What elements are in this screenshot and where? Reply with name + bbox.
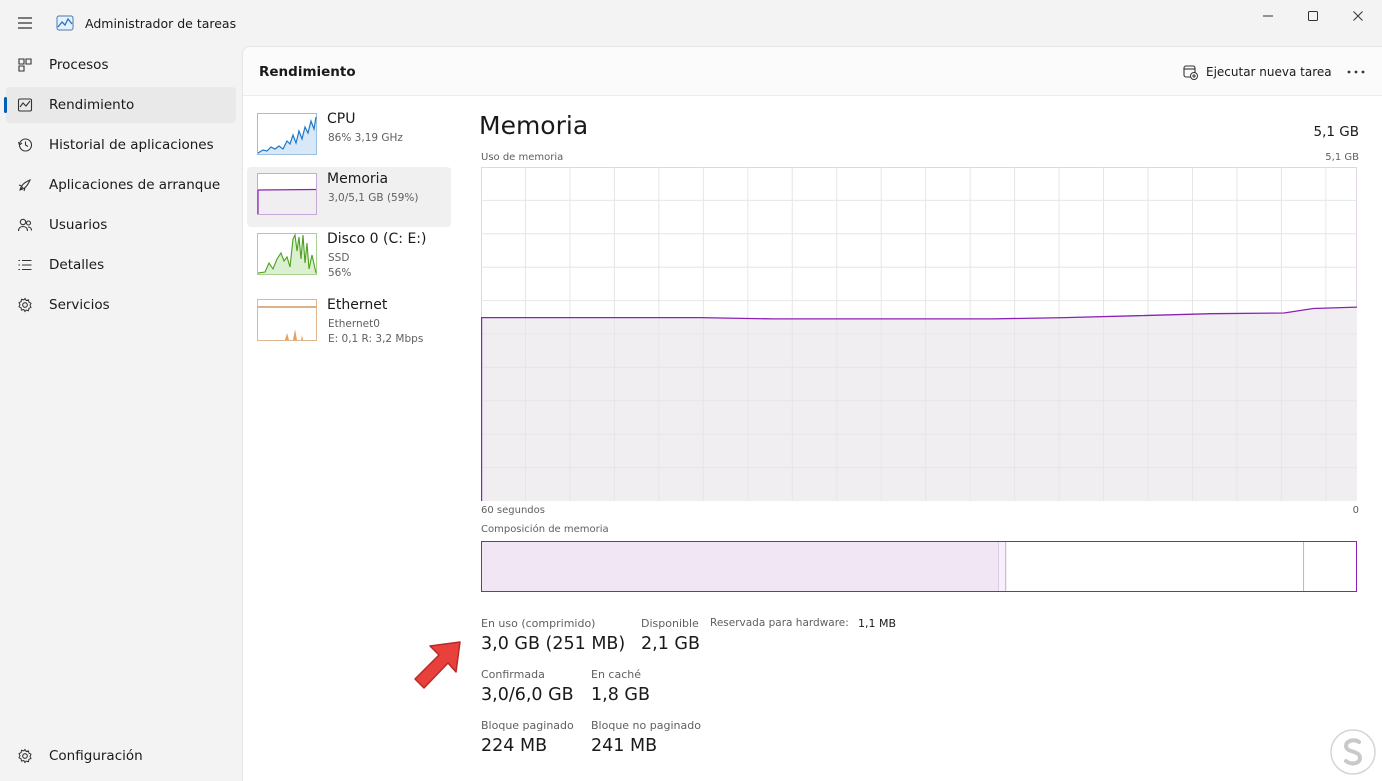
usage-max-label: 5,1 GB (1325, 152, 1359, 163)
run-new-task-button[interactable]: Ejecutar nueva tarea (1183, 61, 1332, 83)
time-end-label: 0 (1352, 505, 1359, 516)
available-value: 2,1 GB (641, 634, 700, 654)
device-detail: 3,0/5,1 GB (59%) (328, 192, 419, 204)
watermark-logo-icon (1330, 729, 1376, 775)
committed-value: 3,0/6,0 GB (481, 685, 574, 705)
device-detail: 86% 3,19 GHz (328, 132, 403, 144)
nav-item-detalles[interactable]: Detalles (6, 247, 236, 283)
nav-item-label: Historial de aplicaciones (49, 137, 214, 153)
minimize-button[interactable] (1245, 0, 1291, 32)
device-disco[interactable]: Disco 0 (C: E:) SSD 56% (247, 227, 451, 287)
nav-item-label: Aplicaciones de arranque (49, 177, 221, 193)
run-new-task-label: Ejecutar nueva tarea (1206, 65, 1332, 79)
more-dots-icon (1347, 70, 1365, 74)
nav-item-label: Servicios (49, 297, 110, 313)
services-gear-icon (18, 297, 32, 313)
memory-usage-graph (481, 167, 1357, 501)
in-use-value: 3,0 GB (251 MB) (481, 634, 626, 654)
memory-composition-bar (481, 541, 1357, 592)
nav-item-label: Procesos (49, 57, 109, 73)
nav-item-usuarios[interactable]: Usuarios (6, 207, 236, 243)
close-icon (1353, 11, 1363, 21)
cached-value: 1,8 GB (591, 685, 650, 705)
ethernet-thumbnail-graph (257, 299, 317, 341)
composition-label: Composición de memoria (481, 524, 609, 535)
command-bar: Rendimiento Ejecutar nueva tarea (243, 47, 1382, 96)
usage-label: Uso de memoria (481, 152, 564, 163)
reserved-hardware-value: 1,1 MB (858, 617, 897, 630)
composition-modified-segment (998, 542, 1006, 591)
memory-thumbnail-graph (257, 173, 317, 215)
startup-apps-icon (18, 178, 32, 192)
memory-total: 5,1 GB (1313, 124, 1359, 140)
cpu-thumbnail-graph (257, 113, 317, 155)
navigation-pane: Procesos Rendimiento Historial de aplica… (0, 46, 242, 781)
paged-pool-label: Bloque paginado (481, 719, 574, 732)
cached-label: En caché (591, 668, 641, 681)
title-bar: Administrador de tareas (0, 0, 1382, 46)
nav-item-historial[interactable]: Historial de aplicaciones (6, 127, 236, 163)
maximize-button[interactable] (1290, 0, 1336, 32)
device-detail: Ethernet0 (328, 318, 380, 330)
paged-pool-value: 224 MB (481, 736, 548, 756)
close-button[interactable] (1335, 0, 1381, 32)
processes-icon (18, 58, 32, 72)
nav-item-rendimiento[interactable]: Rendimiento (4, 87, 236, 123)
page-title: Rendimiento (259, 64, 356, 80)
device-cpu[interactable]: CPU 86% 3,19 GHz (247, 107, 451, 167)
performance-icon (17, 98, 33, 112)
window-title: Administrador de tareas (85, 16, 237, 31)
device-name: CPU (327, 111, 356, 127)
device-name: Memoria (327, 171, 389, 187)
maximize-icon (1308, 11, 1318, 21)
device-detail: E: 0,1 R: 3,2 Mbps (328, 333, 424, 345)
hamburger-menu-icon[interactable] (16, 14, 34, 32)
users-icon (17, 218, 33, 232)
time-span-label: 60 segundos (481, 505, 545, 516)
device-name: Ethernet (327, 297, 388, 313)
device-detail: 56% (328, 267, 352, 279)
nav-item-servicios[interactable]: Servicios (6, 287, 236, 323)
memory-title: Memoria (479, 111, 589, 140)
nav-item-label: Detalles (49, 257, 105, 273)
committed-label: Confirmada (481, 668, 545, 681)
composition-in-use-segment (482, 542, 1000, 591)
nav-item-procesos[interactable]: Procesos (6, 47, 236, 83)
nav-item-arranque[interactable]: Aplicaciones de arranque (6, 167, 236, 203)
memory-details-panel: Memoria 5,1 GB Uso de memoria 5,1 GB 60 … (479, 96, 1382, 781)
annotation-arrow-icon (414, 641, 461, 689)
active-indicator (4, 97, 7, 113)
in-use-label: En uso (comprimido) (481, 617, 596, 630)
more-options-button[interactable] (1343, 61, 1369, 83)
task-manager-app-icon (56, 15, 74, 31)
history-icon (17, 138, 33, 152)
nav-item-label: Rendimiento (49, 97, 135, 113)
disk-thumbnail-graph (257, 233, 317, 275)
reserved-hardware-label: Reservada para hardware: (710, 617, 849, 629)
device-ethernet[interactable]: Ethernet Ethernet0 E: 0,1 R: 3,2 Mbps (247, 293, 451, 353)
minimize-icon (1263, 15, 1273, 17)
details-list-icon (18, 259, 32, 271)
nav-item-configuracion[interactable]: Configuración (6, 738, 236, 774)
nav-item-label: Configuración (49, 748, 143, 764)
available-label: Disponible (641, 617, 699, 630)
memory-usage-area (481, 307, 1357, 501)
device-detail: SSD (328, 252, 350, 264)
nonpaged-pool-value: 241 MB (591, 736, 658, 756)
device-name: Disco 0 (C: E:) (327, 231, 427, 247)
nonpaged-pool-label: Bloque no paginado (591, 719, 701, 732)
nav-item-label: Usuarios (49, 217, 108, 233)
settings-gear-icon (18, 748, 32, 764)
run-task-icon (1183, 64, 1198, 80)
device-memoria[interactable]: Memoria 3,0/5,1 GB (59%) (247, 167, 451, 227)
